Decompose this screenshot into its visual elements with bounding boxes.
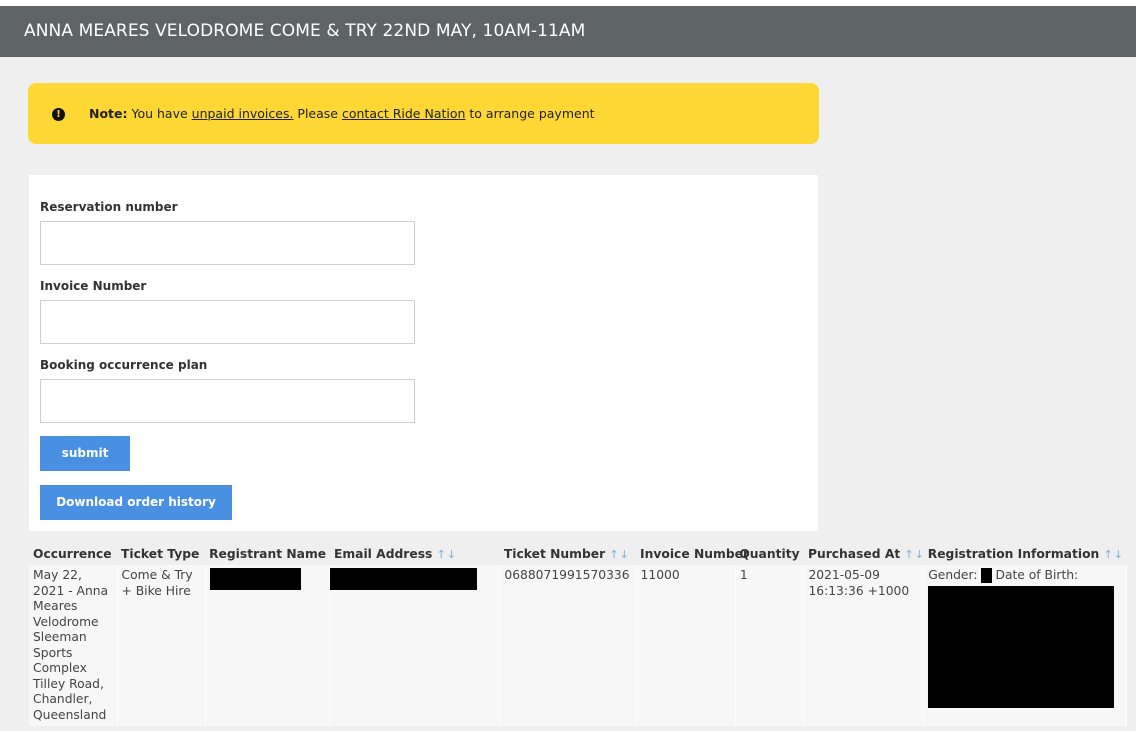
unpaid-invoices-link[interactable]: unpaid invoices. — [192, 106, 294, 121]
column-header-label: Ticket Type — [121, 546, 200, 561]
redacted-block — [928, 585, 1115, 708]
column-header-label: Quantity — [739, 546, 800, 561]
column-header-label: Ticket Number — [503, 546, 606, 561]
column-header-invoice-number: Invoice Number — [636, 543, 749, 565]
alert-text: You have — [127, 106, 192, 121]
sort-arrows-icon[interactable]: ↑↓ — [437, 548, 457, 561]
redacted-block — [981, 568, 993, 583]
page-title: ANNA MEARES VELODROME COME & TRY 22ND MA… — [24, 21, 586, 41]
column-header-ticket-type: Ticket Type — [117, 543, 206, 565]
column-header-label: Purchased At — [807, 546, 901, 561]
cell-quantity: 1 — [735, 565, 805, 726]
cell-purchased-at: 2021-05-09 16:13:36 +1000 — [803, 565, 925, 726]
alert-text: Please — [293, 106, 342, 121]
page-header: ANNA MEARES VELODROME COME & TRY 22ND MA… — [0, 6, 1136, 57]
orders-table: Occurrence Ticket Type Registrant Name E… — [29, 543, 1127, 726]
column-header-ticket-number[interactable]: Ticket Number ↑↓ — [499, 543, 637, 565]
cell-ticket-type: Come & Try + Bike Hire — [117, 565, 206, 726]
cell-email — [329, 565, 501, 726]
column-header-registrant-name: Registrant Name — [205, 543, 330, 565]
date-of-birth-label: Date of Birth: — [995, 568, 1079, 582]
cell-ticket-number: 0688071991570336 — [499, 565, 637, 726]
cell-occurrence: May 22, 2021 - Anna Meares Velodrome Sle… — [29, 565, 118, 726]
search-form-panel: Reservation number Invoice Number Bookin… — [29, 175, 818, 531]
unpaid-invoices-alert: ! Note: You have unpaid invoices. Please… — [28, 83, 819, 144]
column-header-quantity: Quantity — [735, 543, 804, 565]
cell-registration-info: Gender: Date of Birth: — [923, 565, 1127, 726]
registration-line: Gender: Date of Birth: — [928, 568, 1122, 584]
column-header-label: Email Address — [333, 546, 433, 561]
submit-button[interactable]: submit — [40, 436, 130, 471]
sort-arrows-icon[interactable]: ↑↓ — [1104, 548, 1124, 561]
table-header-row: Occurrence Ticket Type Registrant Name E… — [29, 543, 1127, 565]
alert-note-label: Note: — [89, 106, 128, 121]
alert-message: Note: You have unpaid invoices. Please c… — [89, 106, 595, 121]
column-header-label: Registration Information — [927, 546, 1100, 561]
booking-occurrence-plan-label: Booking occurrence plan — [40, 358, 208, 372]
column-header-email[interactable]: Email Address ↑↓ — [329, 543, 500, 565]
sort-arrows-icon[interactable]: ↑↓ — [609, 548, 629, 561]
cell-registrant-name — [205, 565, 331, 726]
reservation-number-label: Reservation number — [40, 200, 178, 214]
cell-invoice-number: 11000 — [636, 565, 736, 726]
booking-occurrence-plan-input[interactable] — [40, 379, 415, 423]
contact-ride-nation-link[interactable]: contact Ride Nation — [342, 106, 465, 121]
column-header-purchased-at[interactable]: Purchased At ↑↓ — [803, 543, 925, 565]
reservation-number-input[interactable] — [40, 221, 415, 265]
redacted-block — [330, 568, 478, 590]
column-header-registration-info[interactable]: Registration Information ↑↓ — [923, 543, 1127, 565]
column-header-label: Invoice Number — [640, 546, 750, 561]
column-header-occurrence: Occurrence — [29, 543, 118, 565]
exclamation-circle-icon: ! — [52, 108, 65, 121]
column-header-label: Occurrence — [33, 546, 112, 561]
gender-label: Gender: — [928, 568, 978, 582]
column-header-label: Registrant Name — [209, 546, 327, 561]
table-row: May 22, 2021 - Anna Meares Velodrome Sle… — [29, 565, 1127, 726]
alert-text: to arrange payment — [465, 106, 595, 121]
download-order-history-button[interactable]: Download order history — [40, 485, 232, 520]
invoice-number-label: Invoice Number — [40, 279, 147, 293]
redacted-block — [209, 568, 301, 590]
invoice-number-input[interactable] — [40, 300, 415, 344]
sort-arrows-icon[interactable]: ↑↓ — [905, 548, 925, 561]
